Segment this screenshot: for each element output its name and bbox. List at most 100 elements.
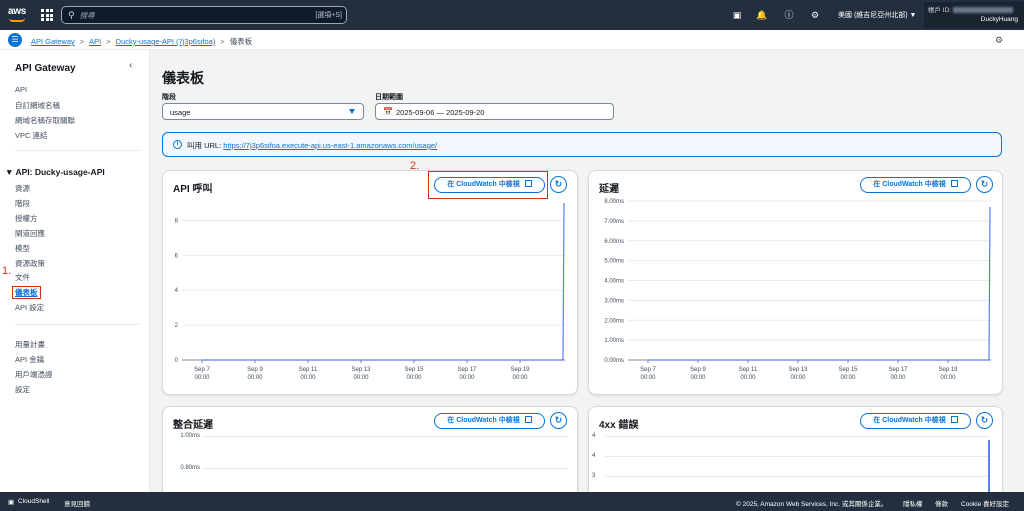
gridline xyxy=(605,456,990,457)
y-tick-label: 4 xyxy=(175,288,179,294)
notifications-bell-icon[interactable]: 🔔 xyxy=(756,9,768,21)
sidebar-item-settings[interactable]: 設定 xyxy=(15,384,30,395)
sidebar-item-stages[interactable]: 階段 xyxy=(15,198,30,209)
cloudshell-icon[interactable]: ▣ xyxy=(8,498,14,506)
integration-y-tick: 0.80ms xyxy=(180,465,200,471)
account-menu[interactable]: 帳戶 ID: DuckyHuang xyxy=(924,2,1024,28)
y-tick-label: 1.00ms xyxy=(604,338,624,344)
y-tick-label: 2 xyxy=(175,323,179,329)
sidebar-item-resource-policy[interactable]: 資源政策 xyxy=(15,258,45,269)
stage-select-value: usage xyxy=(170,108,191,117)
calendar-icon: 📅 xyxy=(383,107,393,116)
invoke-url-info-banner: i 叫用 URL: https://7j3p6sifoa.execute-api… xyxy=(162,132,1002,157)
sidebar-item-dashboard[interactable]: 儀表板 xyxy=(12,286,41,299)
gear-icon[interactable]: ⚙ xyxy=(809,9,821,21)
breadcrumb: API Gateway > API > Ducky-usage-API (7j3… xyxy=(31,36,252,47)
external-link-icon xyxy=(950,416,958,423)
breadcrumb-api-name[interactable]: Ducky-usage-API (7j3p6sifoa) xyxy=(116,37,216,46)
stage-select[interactable]: usage xyxy=(162,103,364,120)
search-input[interactable]: ⚲ 搜尋 [選項+S] xyxy=(61,6,347,24)
y-tick-label: 5.00ms xyxy=(604,259,624,265)
account-id-label: 帳戶 ID: xyxy=(928,4,1014,14)
sidebar-item-api-settings[interactable]: API 設定 xyxy=(15,302,44,313)
info-icon: i xyxy=(173,140,182,149)
api-calls-refresh-icon[interactable]: ↻ xyxy=(550,176,567,193)
sidebar-item-authorizers[interactable]: 授權方 xyxy=(15,213,38,224)
breadcrumb-api[interactable]: API xyxy=(89,37,101,46)
integration-latency-refresh-icon[interactable]: ↻ xyxy=(550,412,567,429)
sidebar-item-api-keys[interactable]: API 金鑰 xyxy=(15,354,44,365)
x-tick-label: 00:00 xyxy=(940,375,956,381)
services-menu-icon[interactable] xyxy=(41,9,53,21)
x-tick-label: 00:00 xyxy=(300,375,316,381)
side-navigation-toggle-button[interactable]: ☰ xyxy=(8,33,22,47)
chevron-right-icon: > xyxy=(79,37,85,46)
external-link-icon xyxy=(524,416,532,423)
y-tick-label: 6 xyxy=(175,253,179,259)
help-icon[interactable]: ⓘ xyxy=(783,9,795,21)
sidebar-item-usage-plans[interactable]: 用量計畫 xyxy=(15,339,45,350)
sidebar-item-client-certificates[interactable]: 用戶端憑證 xyxy=(15,369,53,380)
date-range-value: 2025-09-06 — 2025-09-20 xyxy=(396,108,485,117)
4xx-series-spike xyxy=(988,440,990,492)
gridline xyxy=(203,468,568,469)
latency-refresh-icon[interactable]: ↻ xyxy=(976,176,993,193)
copyright-text: © 2025, Amazon Web Services, Inc. 或其關係企業… xyxy=(736,501,888,508)
feedback-link[interactable]: 意見回饋 xyxy=(64,498,90,508)
date-range-label: 日期範圍 xyxy=(375,94,403,101)
sidebar-section-api[interactable]: ▼ API: Ducky-usage-API xyxy=(5,167,105,177)
x-tick-label: Sep 19 xyxy=(938,367,958,373)
latency-chart: 8.00ms 7.00ms 6.00ms 5.00ms 4.00ms 3.00ms 2.00… xyxy=(604,199,991,381)
annotation-step-1: 1. xyxy=(2,265,12,277)
api-calls-chart: 8 6 4 2 0 Sep 7 00:00 Sep 9 00:00 Sep 11 00:00 Sep … xyxy=(175,202,565,381)
4xx-errors-view-in-cloudwatch-button[interactable]: 在 CloudWatch 中檢視 xyxy=(860,413,971,429)
privacy-link[interactable]: 隱私權 xyxy=(903,498,923,508)
region-selector[interactable]: 美國 (維吉尼亞州北部) ▼ xyxy=(838,10,916,20)
integration-latency-title: 整合延遲 xyxy=(173,420,213,431)
y-tick-label: 7.00ms xyxy=(604,219,624,225)
breadcrumb-current: 儀表板 xyxy=(229,37,253,46)
api-calls-title: API 呼叫 xyxy=(173,184,213,195)
x-tick-label: Sep 17 xyxy=(888,367,908,373)
cookie-preferences-link[interactable]: Cookie 喜好設定 xyxy=(961,498,1009,508)
x-tick-label: Sep 17 xyxy=(457,367,477,373)
y-tick-label: 3.00ms xyxy=(604,298,624,304)
4xx-errors-refresh-icon[interactable]: ↻ xyxy=(976,412,993,429)
sidebar-item-vpc-links[interactable]: VPC 連結 xyxy=(15,130,48,141)
y-tick-label: 8 xyxy=(175,218,179,224)
date-range-picker[interactable]: 📅 2025-09-06 — 2025-09-20 xyxy=(375,103,614,120)
y-tick-label: 4.00ms xyxy=(604,279,624,285)
cloudshell-icon[interactable]: ▣ xyxy=(731,9,743,21)
sidebar-item-documentation[interactable]: 文件 xyxy=(15,272,30,283)
x-tick-label: 00:00 xyxy=(790,375,806,381)
sidebar-item-models[interactable]: 模型 xyxy=(15,243,30,254)
sidebar-item-resources[interactable]: 資源 xyxy=(15,183,30,194)
aws-logo[interactable]: aws xyxy=(8,6,26,17)
x-tick-label: 00:00 xyxy=(640,375,656,381)
terms-link[interactable]: 條款 xyxy=(935,498,948,508)
latency-view-in-cloudwatch-button[interactable]: 在 CloudWatch 中檢視 xyxy=(860,177,971,193)
collapse-sidebar-icon[interactable]: ‹ xyxy=(129,60,132,71)
sidebar-item-gateway-responses[interactable]: 閘道回應 xyxy=(15,228,45,239)
sidebar-item-custom-domains[interactable]: 自訂網域名稱 xyxy=(15,100,60,111)
sidebar-divider xyxy=(15,324,140,325)
sidebar-item-api[interactable]: API xyxy=(15,85,27,94)
y-tick-label: 8.00ms xyxy=(604,199,624,205)
x-tick-label: Sep 15 xyxy=(404,367,424,373)
x-tick-label: 00:00 xyxy=(690,375,706,381)
aws-logo-smile xyxy=(9,18,25,22)
account-username: DuckyHuang xyxy=(980,16,1018,23)
x-tick-label: Sep 9 xyxy=(690,367,706,373)
breadcrumb-api-gateway[interactable]: API Gateway xyxy=(31,37,75,46)
x-tick-label: 00:00 xyxy=(459,375,475,381)
top-navigation-bar: aws ⚲ 搜尋 [選項+S] ▣ 🔔 ⓘ ⚙ 美國 (維吉尼亞州北部) ▼ 帳… xyxy=(0,0,1024,30)
invoke-url-link[interactable]: https://7j3p6sifoa.execute-api.us-east-1… xyxy=(223,141,437,150)
cloudshell-link[interactable]: CloudShell xyxy=(18,498,49,505)
x-tick-label: Sep 13 xyxy=(351,367,371,373)
integration-latency-view-in-cloudwatch-button[interactable]: 在 CloudWatch 中檢視 xyxy=(434,413,545,429)
gridline xyxy=(605,436,990,437)
preferences-gear-icon[interactable]: ⚙ xyxy=(995,35,1003,46)
series-line xyxy=(202,202,565,361)
sidebar-item-domain-access[interactable]: 網域名稱存取關聯 xyxy=(15,115,75,126)
integration-y-tick: 1.00ms xyxy=(180,433,200,439)
